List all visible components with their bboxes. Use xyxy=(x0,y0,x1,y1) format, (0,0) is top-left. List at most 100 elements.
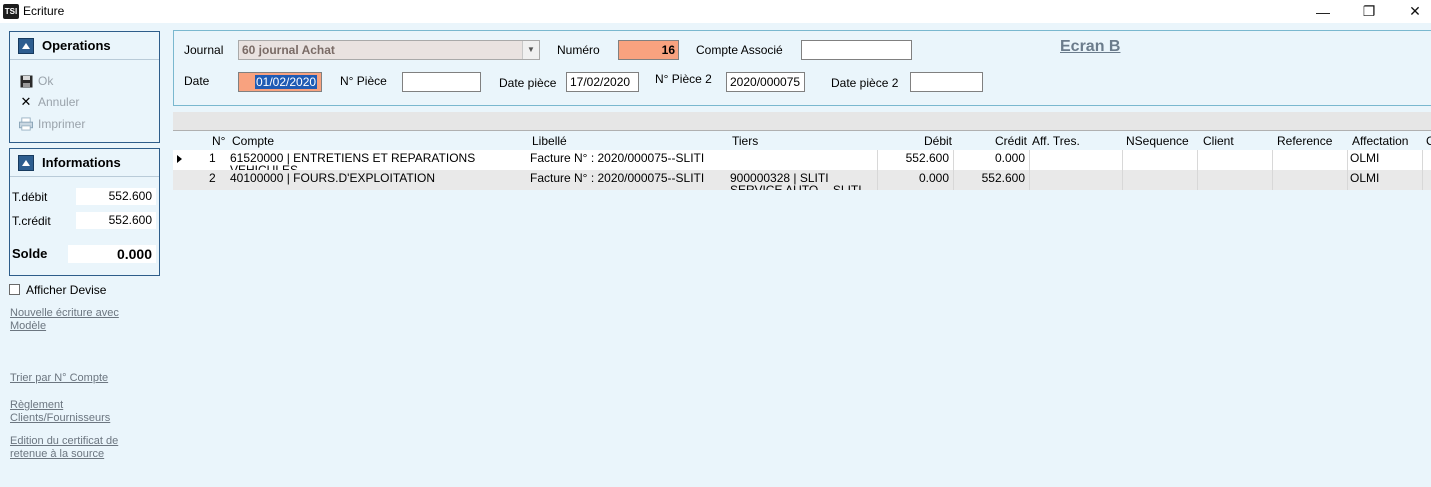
trier-par-compte-link[interactable]: Trier par N° Compte xyxy=(10,372,108,385)
ecriture-grid: N° Compte Libellé Tiers Débit Crédit Aff… xyxy=(173,130,1431,190)
date-field[interactable]: 01/02/2020 xyxy=(238,72,322,92)
journal-select[interactable]: 60 journal Achat ▼ xyxy=(238,40,540,60)
col-header-affectation[interactable]: Affectation xyxy=(1352,134,1408,148)
operations-title: Operations xyxy=(42,38,111,53)
cell-compte: 40100000 | FOURS.D'EXPLOITATION xyxy=(230,171,436,185)
cell-aff-tres xyxy=(1029,150,1122,170)
cell-reference xyxy=(1272,150,1347,170)
ok-button[interactable]: Ok xyxy=(19,74,53,88)
col-header-n[interactable]: N° xyxy=(212,134,225,148)
total-credit-value: 552.600 xyxy=(76,212,156,229)
cell-affectation: OLMI xyxy=(1350,151,1380,165)
compte-associe-field[interactable] xyxy=(801,40,912,60)
total-credit-label: T.crédit xyxy=(12,214,51,228)
total-debit-row: T.débit 552.600 xyxy=(10,188,159,205)
col-header-reference[interactable]: Reference xyxy=(1277,134,1332,148)
date-piece-label: Date pièce xyxy=(499,76,557,90)
n-piece-label: N° Pièce xyxy=(340,74,387,88)
total-credit-row: T.crédit 552.600 xyxy=(10,212,159,229)
ok-label: Ok xyxy=(38,74,54,88)
cell-nsequence xyxy=(1122,150,1197,170)
current-row-arrow-icon xyxy=(177,155,182,163)
col-header-debit[interactable]: Débit xyxy=(924,134,952,148)
cell-divider xyxy=(1422,150,1423,170)
cell-tiers: 900000328 | SLITI SERVICE AUTO -- SLITI xyxy=(730,171,862,190)
col-header-credit[interactable]: Crédit xyxy=(995,134,1027,148)
date-piece-field[interactable]: 17/02/2020 xyxy=(566,72,639,92)
afficher-devise-label: Afficher Devise xyxy=(26,283,107,297)
cell-tiers xyxy=(727,150,877,170)
solde-row: Solde 0.000 xyxy=(10,245,159,263)
col-header-aff-tres[interactable]: Aff. Tres. xyxy=(1032,134,1080,148)
app-icon: TSI xyxy=(3,4,19,19)
ecriture-header-form: Journal 60 journal Achat ▼ Numéro 16 Com… xyxy=(173,30,1431,106)
date-value: 01/02/2020 xyxy=(255,75,318,89)
date-piece2-field[interactable] xyxy=(910,72,983,92)
printer-icon xyxy=(19,117,33,131)
compte-associe-label: Compte Associé xyxy=(696,43,783,57)
cell-credit: 552.600 xyxy=(981,171,1025,185)
annuler-button[interactable]: ✕ Annuler xyxy=(19,94,80,109)
cell-client xyxy=(1197,170,1272,190)
afficher-devise-checkbox[interactable] xyxy=(9,284,20,295)
close-icon: ✕ xyxy=(20,94,32,109)
nouvelle-ecriture-modele-link[interactable]: Nouvelle écriture avec Modèle xyxy=(10,307,150,333)
save-icon xyxy=(19,74,33,88)
cell-n: 1 xyxy=(209,151,216,165)
operations-panel: Operations Ok ✕ Annuler Imprimer xyxy=(9,31,160,143)
cell-divider xyxy=(1422,170,1423,190)
col-header-client[interactable]: Client xyxy=(1203,134,1234,148)
imprimer-label: Imprimer xyxy=(38,117,86,131)
operations-header: Operations xyxy=(10,32,159,60)
collapse-informations-button[interactable] xyxy=(18,154,34,171)
solde-value: 0.000 xyxy=(68,245,156,263)
title-bar: TSI Ecriture — ❐ ✕ xyxy=(0,0,1431,23)
informations-title: Informations xyxy=(42,155,121,170)
cell-debit: 552.600 xyxy=(905,151,949,165)
grid-toolbar xyxy=(173,112,1431,130)
date-label: Date xyxy=(184,74,210,88)
journal-label: Journal xyxy=(184,43,224,57)
solde-label: Solde xyxy=(12,246,48,261)
date-piece2-label: Date pièce 2 xyxy=(831,76,899,90)
cell-libelle: Facture N° : 2020/000075--SLITI xyxy=(530,171,705,185)
cell-nsequence xyxy=(1122,170,1197,190)
window-title: Ecriture xyxy=(23,4,65,18)
cell-debit: 0.000 xyxy=(918,171,949,185)
col-header-libelle[interactable]: Libellé xyxy=(532,134,567,148)
reglement-clients-fournisseurs-link[interactable]: Règlement Clients/Fournisseurs xyxy=(10,399,140,425)
maximize-button[interactable]: ❐ xyxy=(1346,0,1392,23)
imprimer-button[interactable]: Imprimer xyxy=(19,117,85,131)
col-header-c[interactable]: C xyxy=(1426,134,1431,148)
total-debit-label: T.débit xyxy=(12,190,48,204)
cell-libelle: Facture N° : 2020/000075--SLITI xyxy=(530,151,705,165)
col-header-nsequence[interactable]: NSequence xyxy=(1126,134,1189,148)
annuler-label: Annuler xyxy=(38,95,80,109)
cell-aff-tres xyxy=(1029,170,1122,190)
collapse-operations-button[interactable] xyxy=(18,37,34,54)
cell-n: 2 xyxy=(209,171,216,185)
table-row[interactable]: 2 40100000 | FOURS.D'EXPLOITATION Factur… xyxy=(173,170,1431,190)
n-piece2-label: N° Pièce 2 xyxy=(655,72,712,86)
cell-client xyxy=(1197,150,1272,170)
close-window-button[interactable]: ✕ xyxy=(1392,0,1431,23)
journal-value: 60 journal Achat xyxy=(242,43,335,57)
ecran-b-link[interactable]: Ecran B xyxy=(1060,38,1120,56)
cell-affectation: OLMI xyxy=(1350,171,1380,185)
chevron-down-icon: ▼ xyxy=(522,41,539,59)
informations-header: Informations xyxy=(10,149,159,177)
cell-compte: 61520000 | ENTRETIENS ET REPARATIONS VEH… xyxy=(230,151,476,170)
col-header-tiers[interactable]: Tiers xyxy=(732,134,758,148)
grid-header: N° Compte Libellé Tiers Débit Crédit Aff… xyxy=(173,130,1431,150)
informations-panel: Informations T.débit 552.600 T.crédit 55… xyxy=(9,148,160,276)
numero-label: Numéro xyxy=(557,43,600,57)
minimize-button[interactable]: — xyxy=(1300,0,1346,23)
table-row[interactable]: 1 61520000 | ENTRETIENS ET REPARATIONS V… xyxy=(173,150,1431,170)
numero-field[interactable]: 16 xyxy=(618,40,679,60)
cell-credit: 0.000 xyxy=(994,151,1025,165)
n-piece-field[interactable] xyxy=(402,72,481,92)
edition-certificat-retenue-link[interactable]: Edition du certificat de retenue à la so… xyxy=(10,435,150,461)
col-header-compte[interactable]: Compte xyxy=(232,134,274,148)
total-debit-value: 552.600 xyxy=(76,188,156,205)
n-piece2-field[interactable]: 2020/000075 xyxy=(726,72,805,92)
